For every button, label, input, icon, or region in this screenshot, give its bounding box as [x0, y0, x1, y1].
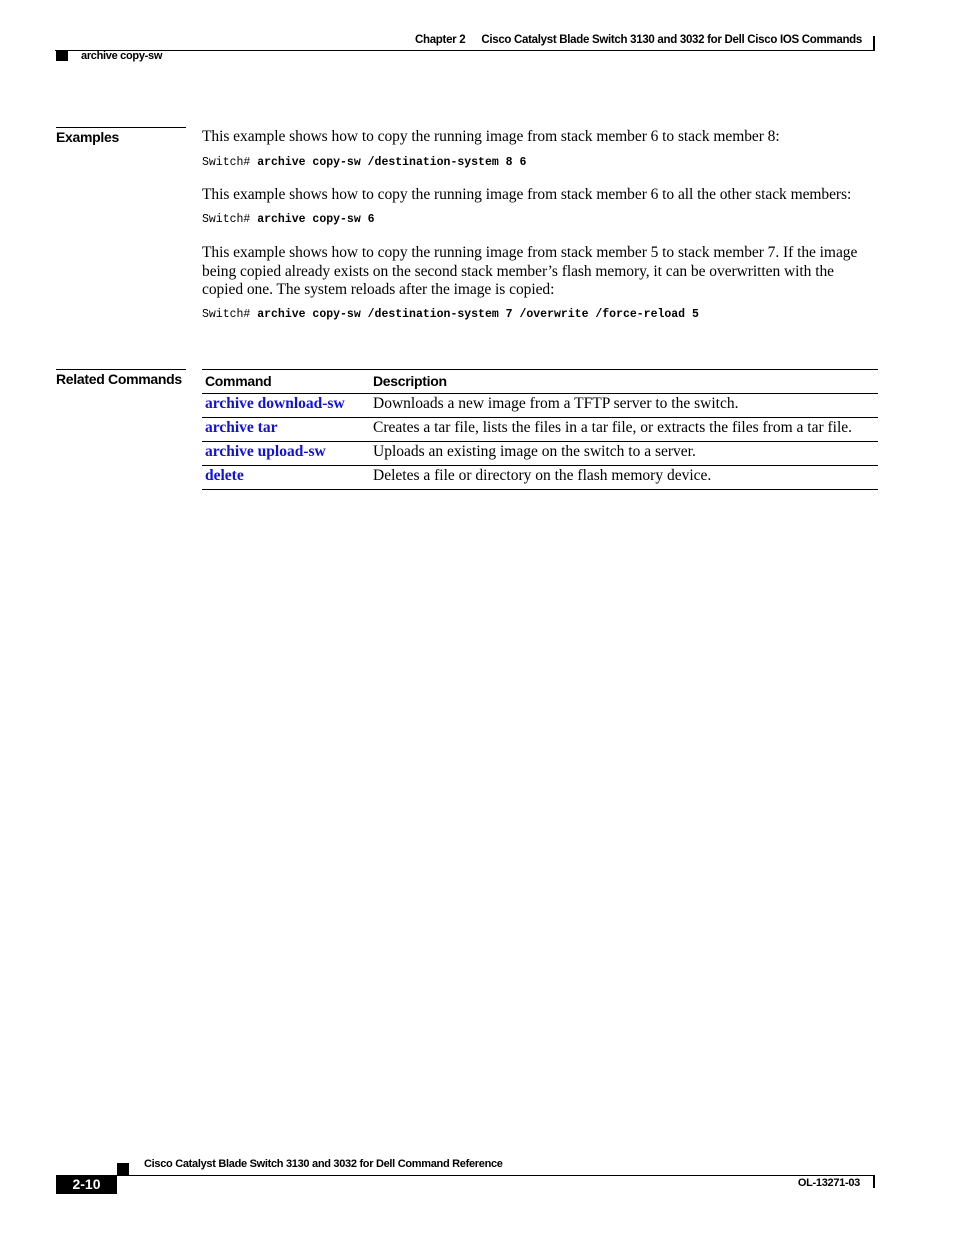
- chapter-title: Cisco Catalyst Blade Switch 3130 and 303…: [481, 34, 862, 46]
- examples-heading: Examples: [56, 127, 186, 145]
- code-prompt: Switch#: [202, 213, 251, 226]
- command-link[interactable]: archive download-sw: [205, 395, 345, 412]
- code-command: archive copy-sw /destination-system 8 6: [257, 156, 527, 169]
- code-command: archive copy-sw 6: [257, 213, 375, 226]
- related-commands-table: Command Description archive download-sw …: [202, 369, 878, 490]
- column-header-command: Command: [202, 369, 370, 394]
- footer-block-marker: [117, 1163, 129, 1175]
- table-row: archive download-sw Downloads a new imag…: [202, 393, 878, 418]
- example-code-3: Switch# archive copy-sw /destination-sys…: [202, 308, 699, 321]
- document-id: OL-13271-03: [797, 1177, 860, 1189]
- table-row: archive upload-sw Uploads an existing im…: [202, 441, 878, 466]
- header-tick-mark: [873, 36, 875, 51]
- code-prompt: Switch#: [202, 156, 251, 169]
- footer-book-title: Cisco Catalyst Blade Switch 3130 and 303…: [144, 1158, 503, 1170]
- command-description: Uploads an existing image on the switch …: [370, 441, 878, 466]
- column-header-description: Description: [370, 369, 878, 394]
- header-rule: [55, 50, 875, 51]
- table-header-row: Command Description: [202, 369, 878, 394]
- example-code-1: Switch# archive copy-sw /destination-sys…: [202, 156, 526, 169]
- chapter-label: Chapter 2: [414, 34, 466, 46]
- table-row: archive tar Creates a tar file, lists th…: [202, 417, 878, 442]
- footer-rule: [117, 1175, 875, 1176]
- header-block-marker: [56, 51, 68, 61]
- example-description-3: This example shows how to copy the runni…: [202, 244, 858, 298]
- command-link[interactable]: delete: [205, 467, 244, 484]
- table-row: delete Deletes a file or directory on th…: [202, 465, 878, 490]
- related-commands-heading: Related Commands: [56, 369, 186, 387]
- example-description-2: This example shows how to copy the runni…: [202, 186, 852, 203]
- code-command: archive copy-sw /destination-system 7 /o…: [257, 308, 699, 321]
- section-name: archive copy-sw: [81, 50, 163, 62]
- command-link[interactable]: archive upload-sw: [205, 443, 326, 460]
- example-code-2: Switch# archive copy-sw 6: [202, 213, 375, 226]
- code-prompt: Switch#: [202, 308, 251, 321]
- chapter-header: Chapter 2 Cisco Catalyst Blade Switch 313…: [415, 34, 862, 46]
- command-description: Creates a tar file, lists the files in a…: [370, 417, 878, 442]
- command-description: Deletes a file or directory on the flash…: [370, 465, 878, 490]
- page-number: 2-10: [56, 1175, 117, 1194]
- example-description-1: This example shows how to copy the runni…: [202, 128, 780, 145]
- command-link[interactable]: archive tar: [205, 419, 277, 436]
- footer-tick-mark: [873, 1175, 875, 1188]
- command-description: Downloads a new image from a TFTP server…: [370, 393, 878, 418]
